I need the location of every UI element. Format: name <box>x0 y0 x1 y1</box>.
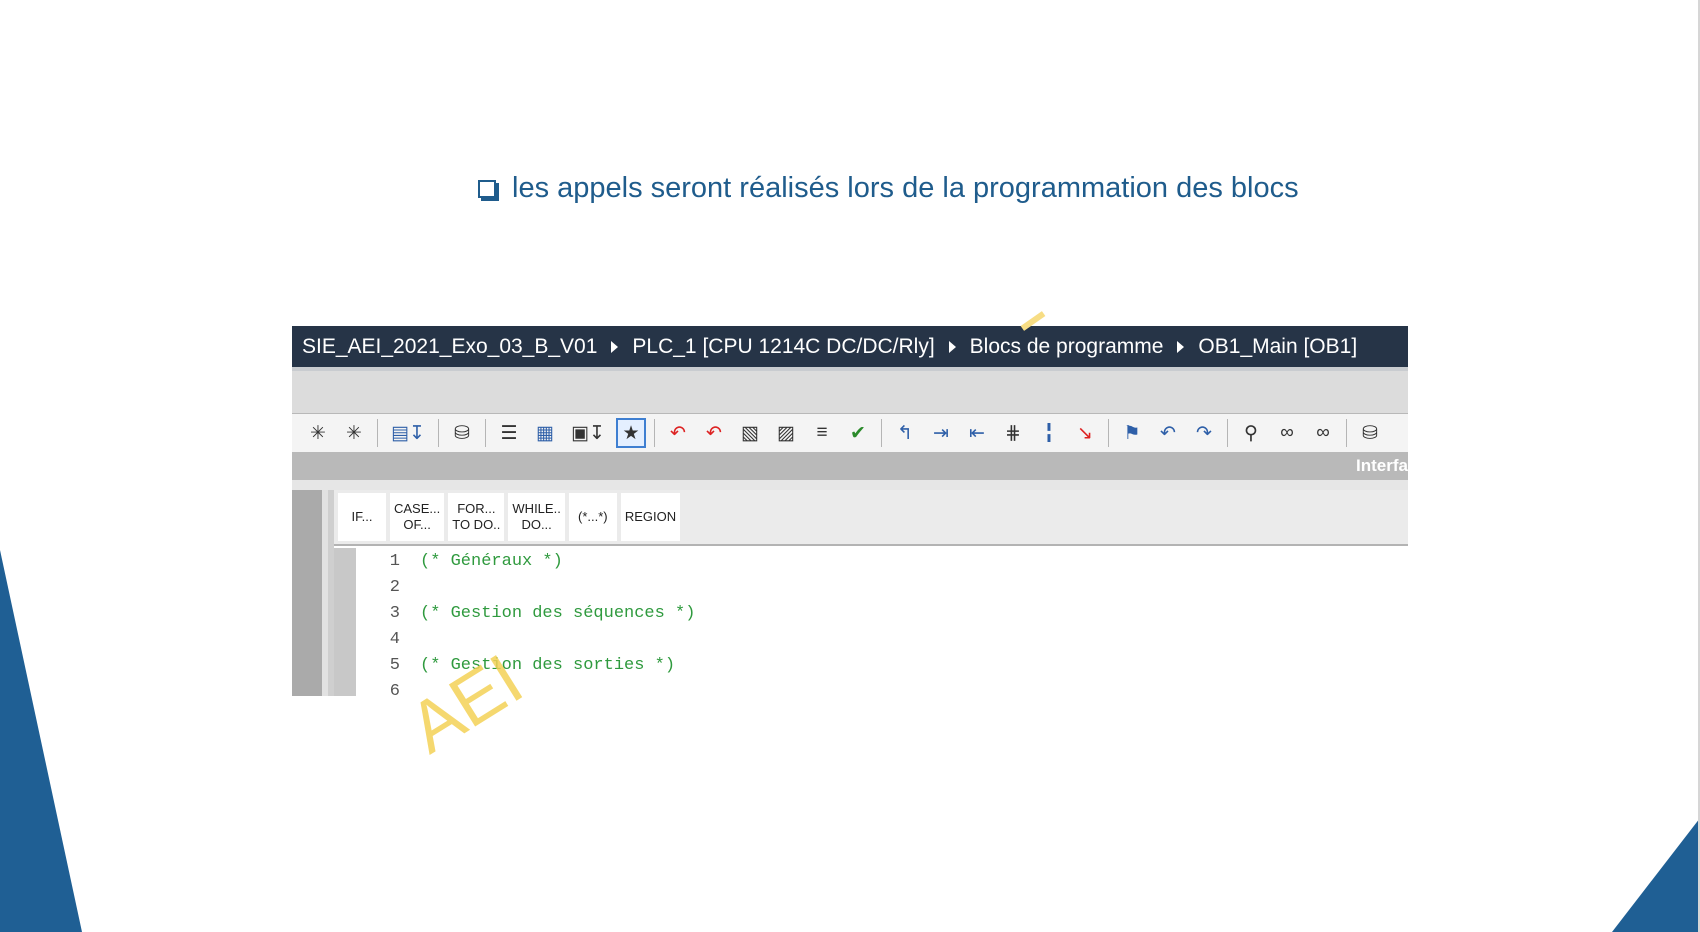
database-icon[interactable]: ⛁ <box>1355 418 1385 448</box>
add-breakpoint-icon[interactable]: ↶ <box>663 418 693 448</box>
jump-back-icon[interactable]: ↰ <box>890 418 920 448</box>
keyword-if-button[interactable]: IF... <box>338 493 386 541</box>
favorites-icon[interactable]: ★ <box>616 418 646 448</box>
remove-breakpoint-icon[interactable]: ↶ <box>699 418 729 448</box>
db-view-icon[interactable]: ▨ <box>771 418 801 448</box>
left-blue-triangle <box>0 550 82 932</box>
list-view-icon[interactable]: ☰ <box>494 418 524 448</box>
search-icon[interactable]: ⚲ <box>1236 418 1266 448</box>
toolbar-separator <box>654 419 655 447</box>
monitor-download-icon[interactable]: ▤↧ <box>386 418 430 448</box>
keyword-while-button[interactable]: WHILE.. DO... <box>508 493 565 541</box>
slide: les appels seront réalisés lors de la pr… <box>0 0 1700 932</box>
block-title-bar <box>292 371 1408 414</box>
db-edit-icon[interactable]: ▦ <box>530 418 560 448</box>
previous-bookmark-icon[interactable]: ↶ <box>1153 418 1183 448</box>
insert-network-icon[interactable]: ✳ <box>303 418 333 448</box>
breadcrumb-arrow-icon <box>1177 340 1185 353</box>
show-tags-icon[interactable]: ▧ <box>735 418 765 448</box>
bullet-text: les appels seront réalisés lors de la pr… <box>512 171 1299 204</box>
interface-label: Interfa <box>1356 456 1408 475</box>
tia-editor-screenshot: SIE_AEI_2021_Exo_03_B_V01 PLC_1 [CPU 121… <box>292 326 1408 696</box>
keyword-comment-button[interactable]: (*...*) <box>568 493 617 541</box>
keyword-case-button[interactable]: CASE... OF... <box>390 493 445 541</box>
keyword-for-button[interactable]: FOR... TO DO.. <box>448 493 505 541</box>
indent-icon[interactable]: ⇥ <box>926 418 956 448</box>
interface-bar[interactable]: Interfa <box>292 452 1408 480</box>
align-icon[interactable]: ⋕ <box>998 418 1028 448</box>
code-line[interactable]: 3 (* Gestion des séquences *) <box>356 600 696 626</box>
line-number: 4 <box>389 629 400 649</box>
line-number: 2 <box>389 577 400 597</box>
bullet-item: les appels seront réalisés lors de la pr… <box>478 168 1299 208</box>
line-number: 5 <box>389 655 400 675</box>
breadcrumb-plc[interactable]: PLC_1 [CPU 1214C DC/DC/Rly] <box>632 335 934 359</box>
breadcrumb-arrow-icon <box>611 340 619 353</box>
step-marker-icon[interactable]: ↘ <box>1070 418 1100 448</box>
editor-left-gutter <box>292 490 322 696</box>
monitor-glasses-2-icon[interactable]: ∞ <box>1308 418 1338 448</box>
code-line[interactable]: 1 (* Généraux *) <box>356 548 563 574</box>
breadcrumb-program-blocks[interactable]: Blocs de programme <box>970 335 1164 359</box>
breadcrumb: SIE_AEI_2021_Exo_03_B_V01 PLC_1 [CPU 121… <box>292 326 1408 367</box>
db-access-icon[interactable]: ⛁ <box>447 418 477 448</box>
breadcrumb-project[interactable]: SIE_AEI_2021_Exo_03_B_V01 <box>302 335 597 359</box>
toolbar-separator <box>1108 419 1109 447</box>
code-line-gutter <box>334 548 356 696</box>
right-blue-triangle <box>1612 818 1700 932</box>
monitor-glasses-icon[interactable]: ∞ <box>1272 418 1302 448</box>
outdent-icon[interactable]: ⇤ <box>962 418 992 448</box>
tag-download-icon[interactable]: ▣↧ <box>566 418 610 448</box>
toolbar-separator <box>438 419 439 447</box>
breadcrumb-ob1[interactable]: OB1_Main [OB1] <box>1198 335 1357 359</box>
next-bookmark-icon[interactable]: ↷ <box>1189 418 1219 448</box>
comment-lines-icon[interactable]: ≡ <box>807 418 837 448</box>
keyword-region-button[interactable]: REGION <box>620 493 681 541</box>
check-syntax-icon[interactable]: ✔ <box>843 418 873 448</box>
toolbar-separator <box>485 419 486 447</box>
line-number: 3 <box>389 603 400 623</box>
code-line[interactable]: 4 <box>356 626 420 652</box>
editor-toolbar: ✳ ✳ ▤↧ ⛁ ☰ ▦ ▣↧ ★ ↶ ↶ ▧ ▨ ≡ ✔ ↰ ⇥ ⇤ ⋕ ╏ … <box>292 414 1408 452</box>
line-marker-icon[interactable]: ╏ <box>1034 418 1064 448</box>
toolbar-separator <box>377 419 378 447</box>
line-number: 1 <box>389 551 400 571</box>
toolbar-separator <box>1227 419 1228 447</box>
delete-network-icon[interactable]: ✳ <box>339 418 369 448</box>
bookmark-icon[interactable]: ⚑ <box>1117 418 1147 448</box>
code-text[interactable]: (* Gestion des séquences *) <box>420 604 695 623</box>
scl-keyword-bar: IF... CASE... OF... FOR... TO DO.. WHILE… <box>334 490 1408 546</box>
code-line[interactable]: 2 <box>356 574 420 600</box>
toolbar-separator <box>881 419 882 447</box>
breadcrumb-arrow-icon <box>948 340 956 353</box>
toolbar-separator <box>1346 419 1347 447</box>
code-text[interactable]: (* Généraux *) <box>420 552 563 571</box>
checkbox-bullet-icon <box>478 180 496 198</box>
